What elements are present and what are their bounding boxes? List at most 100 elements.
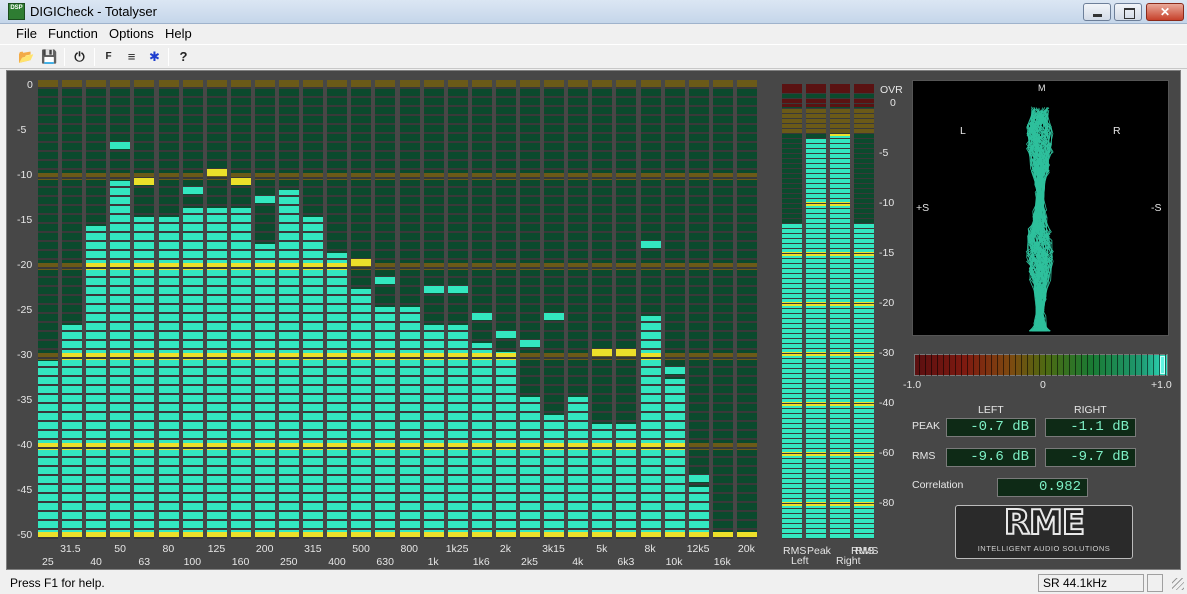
segment-gap — [375, 294, 396, 296]
segment-gap — [782, 518, 802, 519]
peak-hold-marker — [230, 177, 251, 185]
segment-gap — [110, 240, 131, 242]
segment-gap — [375, 456, 396, 458]
segment-gap — [782, 318, 802, 319]
segment-gap — [254, 321, 275, 323]
segment-gap — [544, 168, 565, 170]
segment-gap — [782, 138, 802, 139]
help-icon[interactable]: ? — [173, 47, 194, 67]
segment-gap — [616, 87, 637, 89]
close-button[interactable] — [1146, 3, 1184, 21]
maximize-button[interactable] — [1114, 3, 1142, 21]
segment-gap — [544, 348, 565, 350]
segment-gap — [399, 249, 420, 251]
segment-gap — [471, 150, 492, 152]
power-icon[interactable]: ⏻ — [69, 47, 90, 67]
segment-gap — [327, 285, 348, 287]
segment-gap — [399, 123, 420, 125]
segment-gap — [830, 178, 850, 179]
segment-gap — [616, 510, 637, 512]
segment-gap — [399, 204, 420, 206]
save-icon[interactable]: 💾 — [39, 47, 60, 67]
segment-gap — [399, 483, 420, 485]
x-tick-label: 16k — [713, 556, 731, 568]
options-icon[interactable]: ≡ — [121, 47, 142, 67]
segment-gap — [327, 186, 348, 188]
segment-gap — [520, 213, 540, 215]
menu-options[interactable]: Options — [109, 26, 154, 41]
segment-gap — [782, 503, 802, 504]
segment-gap — [664, 294, 685, 296]
segment-gap — [806, 368, 826, 369]
segment-gap — [423, 303, 444, 305]
menu-help[interactable]: Help — [165, 26, 192, 41]
segment-gap — [471, 285, 492, 287]
segment-gap — [664, 222, 685, 224]
segment-gap — [830, 388, 850, 389]
segment-gap — [110, 312, 131, 314]
segment-gap — [712, 375, 733, 377]
segment-gap — [447, 132, 468, 134]
segment-gap — [640, 330, 661, 332]
segment-gap — [86, 159, 107, 161]
segment-gap — [351, 159, 372, 161]
peak-hold-marker — [592, 348, 613, 356]
segment-gap — [86, 456, 107, 458]
segment-gap — [616, 456, 637, 458]
segment-gap — [62, 177, 83, 179]
menu-file[interactable]: File — [16, 26, 37, 41]
segment-gap — [782, 258, 802, 259]
segment-gap — [640, 492, 661, 494]
segment-gap — [830, 398, 850, 399]
segment-gap — [854, 168, 874, 169]
segment-gap — [782, 423, 802, 424]
segment-gap — [664, 231, 685, 233]
segment-gap — [62, 366, 83, 368]
segment-gap — [806, 523, 826, 524]
function-icon[interactable]: F — [98, 47, 119, 67]
segment-gap — [62, 249, 83, 251]
segment-gap — [568, 474, 589, 476]
segment-gap — [351, 87, 372, 89]
segment-gap — [254, 519, 275, 521]
segment-gap — [230, 483, 251, 485]
segment-gap — [38, 240, 58, 242]
segment-gap — [375, 204, 396, 206]
segment-gap — [182, 150, 203, 152]
segment-gap — [375, 141, 396, 143]
segment-gap — [399, 222, 420, 224]
segment-gap — [495, 267, 516, 269]
segment-gap — [592, 465, 613, 467]
segment-gap — [830, 423, 850, 424]
segment-gap — [782, 263, 802, 264]
segment-gap — [495, 258, 516, 260]
title-bar[interactable]: DSP DIGICheck - Totalyser — [0, 0, 1187, 24]
segment-gap — [230, 411, 251, 413]
correlation-meter-ticks — [914, 354, 1168, 376]
segment-gap — [520, 240, 540, 242]
segment-gap — [230, 528, 251, 530]
segment-gap — [351, 348, 372, 350]
segment-gap — [782, 158, 802, 159]
menu-function[interactable]: Function — [48, 26, 98, 41]
segment-gap — [544, 186, 565, 188]
segment-gap — [616, 303, 637, 305]
minimize-button[interactable] — [1083, 3, 1111, 21]
segment-gap — [230, 258, 251, 260]
segment-gap — [495, 240, 516, 242]
segment-gap — [134, 384, 155, 386]
resize-grip[interactable] — [1172, 578, 1184, 590]
segment-gap — [158, 339, 179, 341]
segment-gap — [62, 393, 83, 395]
segment-gap — [303, 177, 324, 179]
segment-gap — [736, 267, 757, 269]
segment-gap — [182, 87, 203, 89]
settings-icon[interactable]: ✱ — [144, 47, 165, 67]
segment-gap — [254, 357, 275, 359]
open-icon[interactable]: 📂 — [16, 47, 37, 67]
segment-gap — [471, 204, 492, 206]
segment-gap — [471, 366, 492, 368]
segment-gap — [351, 357, 372, 359]
goniometer[interactable]: L R +S -S M — [912, 80, 1169, 336]
segment-gap — [206, 114, 227, 116]
